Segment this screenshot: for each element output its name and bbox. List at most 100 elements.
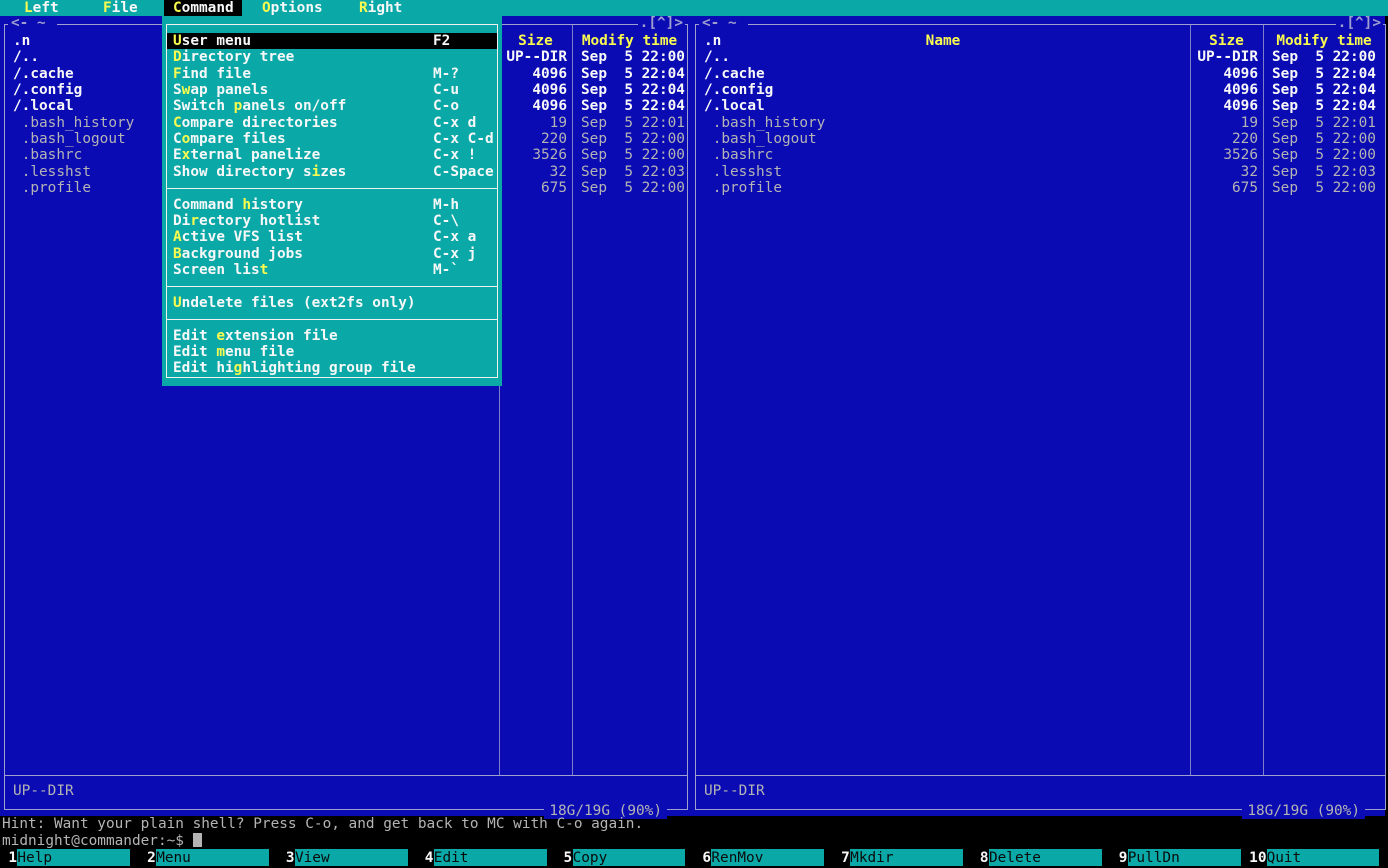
file-name: /.local — [13, 98, 74, 114]
file-mtime: Sep 5 22:01 — [581, 115, 685, 131]
menu-item-edit-highlighting-group-file[interactable]: Edit highlighting group file — [167, 360, 497, 376]
menubar-item-options[interactable]: Options — [262, 0, 323, 16]
fkey-button-4[interactable]: 4Edit — [416, 849, 555, 868]
menu-item-command-history[interactable]: Command historyM-h — [167, 197, 497, 213]
label-pre: C — [173, 131, 182, 147]
menu-item-screen-list[interactable]: Screen listM-` — [167, 262, 497, 278]
file-row[interactable]: .lesshst32Sep 5 22:03 — [696, 164, 1385, 180]
fkey-button-9[interactable]: 9PullDn — [1110, 849, 1249, 868]
menu-item-active-vfs-list[interactable]: Active VFS listC-x a — [167, 229, 497, 245]
fkey-button-5[interactable]: 5Copy — [555, 849, 694, 868]
panel-top-buttons[interactable]: .[^]> — [638, 15, 685, 31]
menu-item-switch-panels-on-off[interactable]: Switch panels on/offC-o — [167, 98, 497, 114]
fkey-label: Copy — [573, 849, 686, 866]
menu-item-user-menu[interactable]: User menuF2 — [167, 33, 497, 49]
file-size: 4096 — [499, 82, 567, 98]
shell-prompt[interactable]: midnight@commander:~$ — [2, 833, 184, 849]
hotkey-letter: m — [216, 344, 225, 360]
fkey-button-3[interactable]: 3View — [278, 849, 417, 868]
column-header-name[interactable]: Name — [696, 33, 1190, 49]
hotkey-letter: i — [312, 164, 321, 180]
file-row[interactable]: /.cache4096Sep 5 22:04 — [696, 66, 1385, 82]
column-header-size[interactable]: Size — [499, 33, 572, 49]
menu-item-find-file[interactable]: Find fileM-? — [167, 66, 497, 82]
file-name: .bashrc — [13, 147, 82, 163]
menu-item-directory-tree[interactable]: Directory tree — [167, 49, 497, 65]
hotkey-letter: B — [173, 246, 182, 262]
file-row[interactable]: .bashrc3526Sep 5 22:00 — [696, 147, 1385, 163]
fkey-button-2[interactable]: 2Menu — [139, 849, 278, 868]
menu-item-external-panelize[interactable]: External panelize C-x ! — [167, 147, 497, 163]
hotkey-letter: D — [173, 49, 182, 65]
column-header-size[interactable]: Size — [1190, 33, 1263, 49]
file-mtime: Sep 5 22:04 — [581, 82, 685, 98]
panel-path-bar[interactable]: <- ~ — [8, 15, 57, 31]
label-post: ile — [112, 0, 138, 16]
menu-item-show-directory-sizes[interactable]: Show directory sizesC-Space — [167, 164, 497, 180]
panel-top-buttons[interactable]: .[^]> — [1336, 15, 1383, 31]
menu-item-label: Edit menu file — [173, 344, 294, 360]
fkey-button-10[interactable]: 10Quit — [1249, 849, 1388, 868]
menubar-item-right[interactable]: Right — [359, 0, 402, 16]
file-mtime: Sep 5 22:00 — [1272, 147, 1376, 163]
menu-item-swap-panels[interactable]: Swap panelsC-u — [167, 82, 497, 98]
fkey-button-1[interactable]: 1Help — [0, 849, 139, 868]
panel-path-bar[interactable]: <- ~ — [699, 15, 748, 31]
fkey-label: Delete — [989, 849, 1102, 866]
terminal-cursor — [193, 833, 202, 847]
menubar-item-command[interactable]: Command — [173, 0, 234, 16]
menu-item-label: Show directory sizes — [173, 164, 346, 180]
fkey-label: Help — [17, 849, 130, 866]
menu-item-label: Compare files — [173, 131, 286, 147]
menu-item-label: Edit extension file — [173, 328, 338, 344]
column-header-mtime[interactable]: Modify time — [1263, 33, 1385, 49]
menu-item-shortcut: M-h — [433, 197, 459, 213]
fkey-button-7[interactable]: 7Mkdir — [833, 849, 972, 868]
fkey-button-6[interactable]: 6RenMov — [694, 849, 833, 868]
menu-item-shortcut: C-x ! — [433, 147, 476, 163]
menu-item-undelete-files-ext2fs-only-[interactable]: Undelete files (ext2fs only) — [167, 295, 497, 311]
file-size: 3526 — [499, 147, 567, 163]
file-name: .bash_logout — [13, 131, 126, 147]
menubar-item-file[interactable]: File — [103, 0, 138, 16]
menu-item-label: Screen list — [173, 262, 268, 278]
file-row[interactable]: .profile675Sep 5 22:00 — [696, 180, 1385, 196]
menu-item-label: External panelize — [173, 147, 320, 163]
menubar-item-left[interactable]: Left — [24, 0, 59, 16]
menu-item-label: Swap panels — [173, 82, 268, 98]
file-row[interactable]: /.config4096Sep 5 22:04 — [696, 82, 1385, 98]
file-name: /.config — [13, 82, 82, 98]
label-pre: Edit — [173, 344, 216, 360]
file-row[interactable]: /..UP--DIRSep 5 22:00 — [696, 49, 1385, 65]
shell-prompt-line[interactable]: midnight@commander:~$ — [2, 833, 202, 849]
file-name: .lesshst — [704, 164, 782, 180]
label-pre: Command — [173, 197, 242, 213]
menu-item-background-jobs[interactable]: Background jobsC-x j — [167, 246, 497, 262]
hotkey-letter: t — [260, 262, 269, 278]
fkey-label: Quit — [1267, 849, 1380, 866]
menu-item-compare-files[interactable]: Compare filesC-x C-d — [167, 131, 497, 147]
menu-item-directory-hotlist[interactable]: Directory hotlistC-\ — [167, 213, 497, 229]
menu-bar: Left File Command Options Right — [0, 0, 1388, 16]
menu-item-edit-menu-file[interactable]: Edit menu file — [167, 344, 497, 360]
menu-item-shortcut: C-x d — [433, 115, 476, 131]
menu-item-edit-extension-file[interactable]: Edit extension file — [167, 328, 497, 344]
label-pre: E — [173, 147, 182, 163]
file-name: .lesshst — [13, 164, 91, 180]
file-row[interactable]: .bash_logout220Sep 5 22:00 — [696, 131, 1385, 147]
file-row[interactable]: .bash_history19Sep 5 22:01 — [696, 115, 1385, 131]
menu-item-shortcut: C-x j — [433, 246, 476, 262]
file-name: /.cache — [13, 66, 74, 82]
column-header-mtime[interactable]: Modify time — [572, 33, 687, 49]
label-post: istory — [251, 197, 303, 213]
hotkey-letter: F — [103, 0, 112, 16]
label-post: ndelete files (ext2fs only) — [182, 295, 416, 311]
menu-item-label: Undelete files (ext2fs only) — [173, 295, 416, 311]
file-size: UP--DIR — [1190, 49, 1258, 65]
file-mtime: Sep 5 22:00 — [1272, 131, 1376, 147]
menu-item-compare-directories[interactable]: Compare directoriesC-x d — [167, 115, 497, 131]
fkey-number: 6 — [694, 849, 711, 867]
menu-item-label: Edit highlighting group file — [173, 360, 416, 376]
fkey-button-8[interactable]: 8Delete — [972, 849, 1111, 868]
file-row[interactable]: /.local4096Sep 5 22:04 — [696, 98, 1385, 114]
